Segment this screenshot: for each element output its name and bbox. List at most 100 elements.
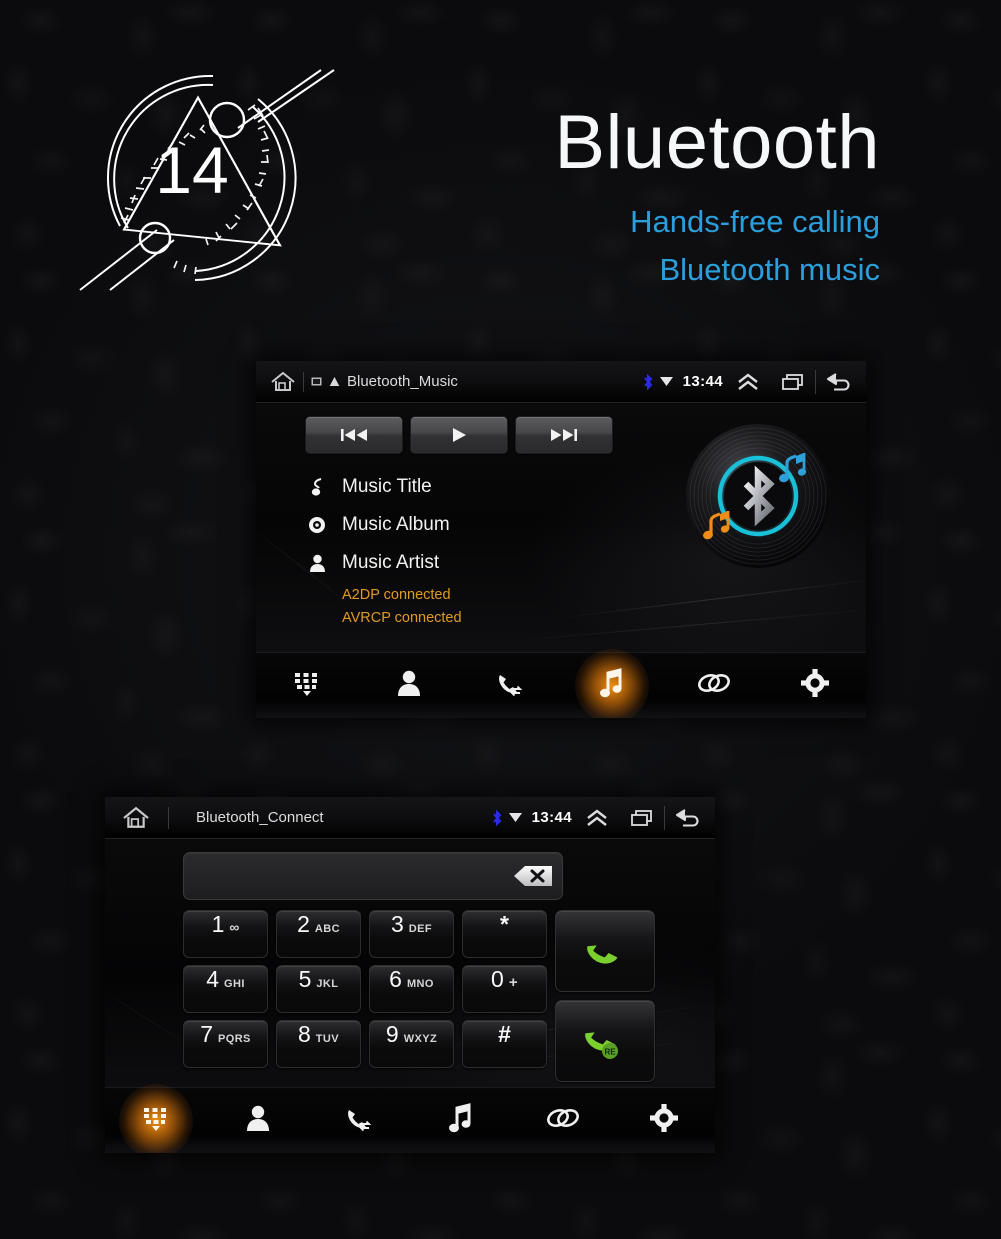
- music-content: Music Title Music Album Music Artist A2D…: [256, 403, 866, 652]
- dialer-clock: 13:44: [531, 809, 572, 826]
- nav-music[interactable]: [561, 653, 663, 718]
- key-8-digit: 8: [298, 1021, 311, 1047]
- nav-call-log[interactable]: [308, 1088, 410, 1153]
- key-8-letters: TUV: [315, 1033, 339, 1045]
- music-clock: 13:44: [682, 373, 723, 390]
- dialer-statusbar-title: Bluetooth_Connect: [196, 809, 324, 826]
- track-artist: Music Artist: [342, 552, 440, 573]
- gear-icon: [801, 669, 830, 702]
- bluetooth-connect-screen: Bluetooth_Connect 13:44 1 ∞ 2 ABC 3 DEF …: [105, 797, 715, 1153]
- dialer-statusbar: Bluetooth_Connect 13:44: [105, 797, 715, 839]
- caret-down-icon[interactable]: [508, 813, 522, 822]
- phone-number-field[interactable]: [183, 852, 563, 900]
- play-button[interactable]: [410, 416, 508, 454]
- key-star[interactable]: *: [462, 910, 547, 958]
- recents-icon[interactable]: [630, 809, 654, 827]
- key-9[interactable]: 9 WXYZ: [369, 1020, 454, 1068]
- dialpad-row: 4 GHI 5 JKL 6 MNO 0 +: [183, 965, 547, 1013]
- key-7[interactable]: 7 PQRS: [183, 1020, 268, 1068]
- key-3[interactable]: 3 DEF: [369, 910, 454, 958]
- key-1[interactable]: 1 ∞: [183, 910, 268, 958]
- greek-key-badge-icon: 14: [62, 58, 352, 293]
- call-log-icon: [344, 1104, 374, 1137]
- key-8[interactable]: 8 TUV: [276, 1020, 361, 1068]
- dialer-content: 1 ∞ 2 ABC 3 DEF * 4 GHI 5 JKL 6 MNO 0 + 7 PQRS 8 TUV 9 WXYZ #…: [105, 839, 715, 1087]
- link-icon: [697, 671, 731, 700]
- key-1-digit: 1: [211, 911, 225, 937]
- nav-pair[interactable]: [512, 1088, 614, 1153]
- key-4[interactable]: 4 GHI: [183, 965, 268, 1013]
- track-info-list: Music Title Music Album Music Artist A2D…: [308, 468, 462, 631]
- nav-call-log[interactable]: [459, 653, 561, 718]
- disc-icon: [308, 516, 326, 534]
- key-5-letters: JKL: [316, 978, 339, 990]
- music-note-icon: [448, 1103, 474, 1138]
- bluetooth-music-screen: Bluetooth_Music 13:44 Music Title Music …: [256, 361, 866, 718]
- key-3-letters: DEF: [408, 923, 432, 935]
- nav-keypad[interactable]: [256, 653, 358, 718]
- double-chevron-up-icon[interactable]: [586, 808, 608, 827]
- gear-icon: [650, 1104, 679, 1137]
- double-chevron-up-icon[interactable]: [737, 372, 759, 391]
- nav-settings[interactable]: [613, 1088, 715, 1153]
- back-icon[interactable]: [675, 807, 703, 829]
- track-album: Music Album: [342, 514, 450, 535]
- caret-down-icon[interactable]: [659, 377, 673, 386]
- next-track-button[interactable]: [515, 416, 613, 454]
- home-icon[interactable]: [270, 371, 296, 393]
- music-note-icon: [599, 668, 625, 703]
- nav-settings[interactable]: [764, 653, 866, 718]
- contacts-icon: [245, 1104, 271, 1137]
- dialpad-icon: [293, 669, 321, 702]
- key-1-letters: ∞: [229, 919, 240, 935]
- key-0-digit: 0: [491, 966, 504, 992]
- key-2-letters: ABC: [314, 923, 340, 935]
- dialpad: 1 ∞ 2 ABC 3 DEF * 4 GHI 5 JKL 6 MNO 0 + 7 PQRS 8 TUV 9 WXYZ #: [183, 910, 547, 1075]
- nav-keypad[interactable]: [105, 1088, 207, 1153]
- key-9-letters: WXYZ: [403, 1033, 438, 1045]
- redial-button[interactable]: RE: [555, 1000, 655, 1082]
- key-5[interactable]: 5 JKL: [276, 965, 361, 1013]
- home-icon[interactable]: [121, 806, 151, 830]
- contacts-icon: [396, 669, 422, 702]
- page-header: 14 Bluetooth Hands-free calling Bluetoot…: [0, 0, 1001, 330]
- dialer-bottom-nav: [105, 1087, 715, 1153]
- key-2-digit: 2: [297, 911, 310, 937]
- nav-contacts[interactable]: [358, 653, 460, 718]
- key-6-digit: 6: [389, 966, 402, 992]
- avrcp-status: AVRCP connected: [342, 610, 462, 627]
- bluetooth-icon: [491, 809, 503, 827]
- nav-music[interactable]: [410, 1088, 512, 1153]
- key-2[interactable]: 2 ABC: [276, 910, 361, 958]
- track-title-row: Music Title: [308, 468, 462, 506]
- track-album-row: Music Album: [308, 506, 462, 544]
- key-hash-digit: #: [498, 1021, 511, 1047]
- redial-badge: RE: [604, 1048, 616, 1057]
- key-7-letters: PQRS: [218, 1033, 251, 1045]
- key-0[interactable]: 0 +: [462, 965, 547, 1013]
- back-icon[interactable]: [826, 371, 854, 393]
- prev-track-icon: [341, 429, 367, 441]
- phone-handset-icon: [587, 945, 618, 964]
- warning-icon: [329, 376, 340, 387]
- dialpad-icon: [142, 1104, 170, 1137]
- title-block: Bluetooth Hands-free calling Bluetooth m…: [430, 105, 880, 293]
- backspace-icon[interactable]: [512, 863, 554, 889]
- nav-contacts[interactable]: [207, 1088, 309, 1153]
- play-icon: [453, 428, 466, 442]
- subtitle-line-2: Bluetooth music: [659, 251, 880, 287]
- key-3-digit: 3: [391, 911, 404, 937]
- previous-track-button[interactable]: [305, 416, 403, 454]
- media-controls: [305, 416, 613, 454]
- key-hash[interactable]: #: [462, 1020, 547, 1068]
- key-6[interactable]: 6 MNO: [369, 965, 454, 1013]
- nav-pair[interactable]: [663, 653, 765, 718]
- key-4-letters: GHI: [224, 978, 245, 990]
- person-icon: [308, 554, 326, 572]
- key-5-digit: 5: [298, 966, 312, 992]
- key-6-letters: MNO: [406, 978, 434, 990]
- call-button[interactable]: [555, 910, 655, 992]
- recents-icon[interactable]: [781, 373, 805, 391]
- page-title: Bluetooth: [554, 100, 880, 185]
- bluetooth-icon: [642, 373, 654, 391]
